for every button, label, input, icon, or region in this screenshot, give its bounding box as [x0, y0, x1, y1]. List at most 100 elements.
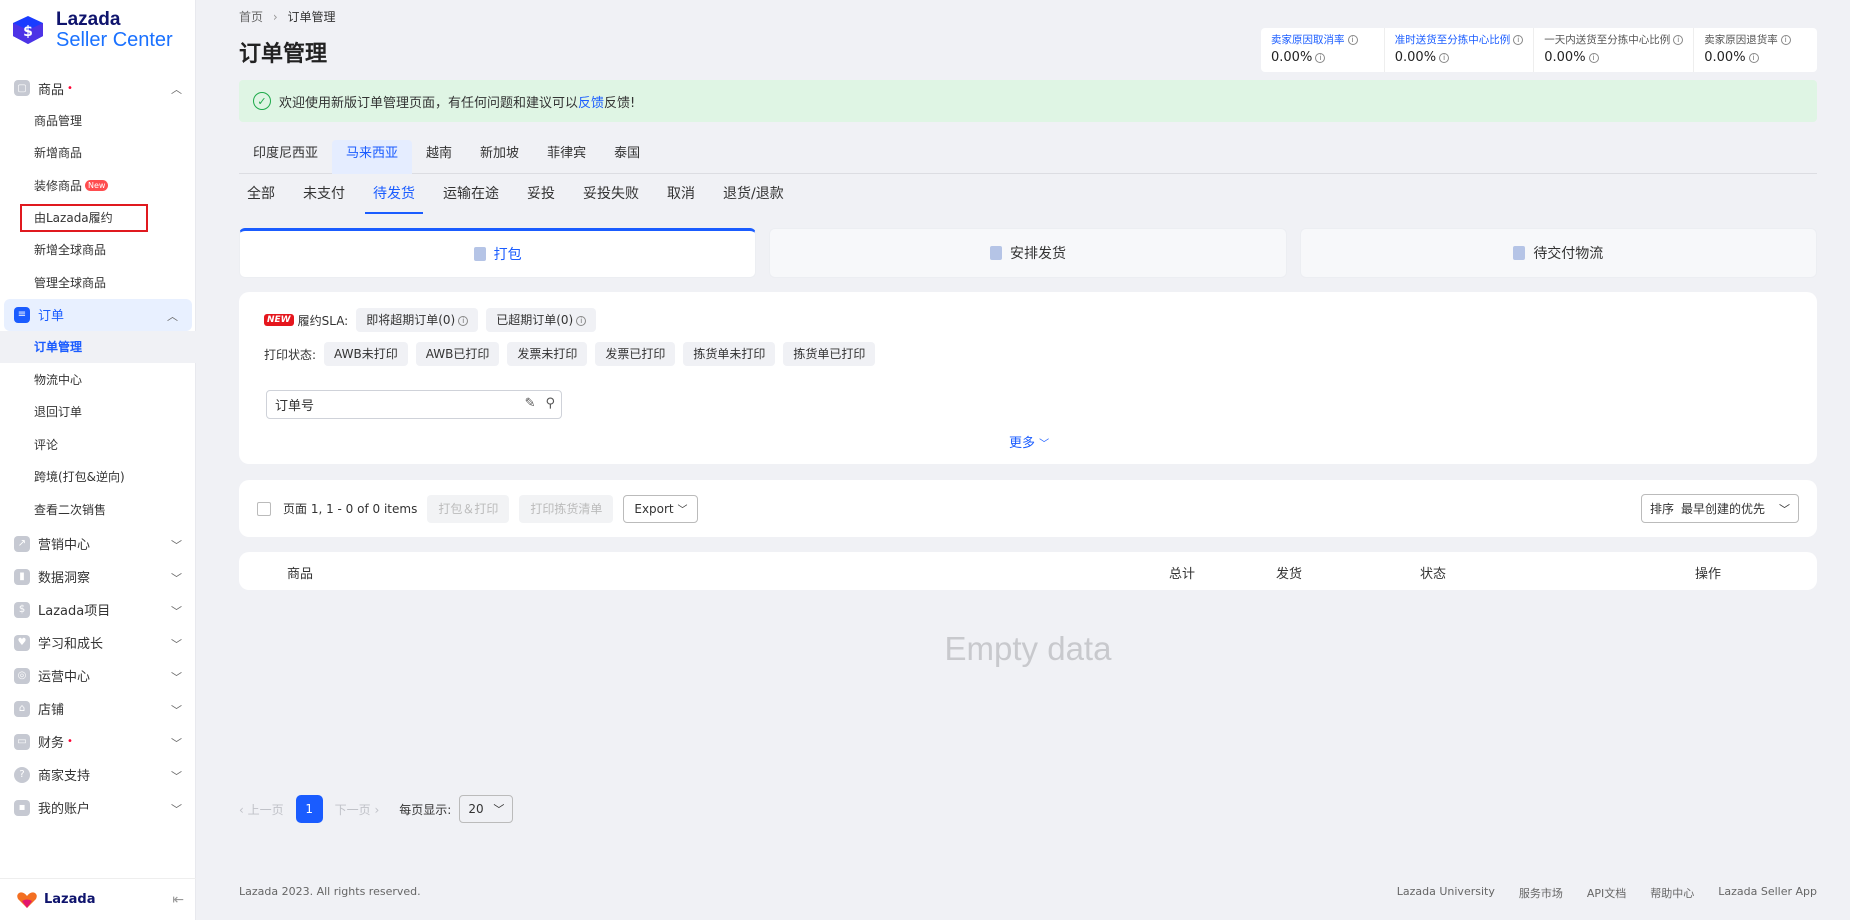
chip-overdue[interactable]: 已超期订单(0) i	[486, 308, 597, 332]
metrics-panel: 卖家原因取消率 i 0.00% i 准时送货至分拣中心比例 i 0.00% i 一天内送…	[1261, 28, 1817, 72]
tab-thailand[interactable]: 泰国	[600, 140, 654, 174]
sidebar-item-add-product[interactable]: 新增商品	[0, 137, 196, 170]
sidebar-group-products[interactable]: ▢ 商品 • ︿	[0, 72, 196, 104]
sidebar-item-returned-orders[interactable]: 退回订单	[0, 396, 196, 429]
sidebar-item-reviews[interactable]: 评论	[0, 428, 196, 461]
tab-returns[interactable]: 退货/退款	[715, 180, 792, 216]
sidebar-item-order-manage[interactable]: 订单管理	[0, 330, 196, 363]
info-icon[interactable]: i	[1347, 35, 1358, 45]
breadcrumb: 首页 › 订单管理	[239, 8, 336, 25]
step-pack[interactable]: 打包	[239, 228, 757, 278]
step-handover-logistics[interactable]: 待交付物流	[1299, 228, 1817, 278]
order-number-search[interactable]: 订单号 ✎ ⚲	[266, 390, 562, 419]
sidebar-group-data-insights[interactable]: ▮ 数据洞察 ﹀	[0, 561, 196, 593]
chip-awb-printed[interactable]: AWB已打印	[415, 342, 500, 366]
per-page-label: 每页显示:	[399, 802, 452, 817]
chip-invoice-unprinted[interactable]: 发票未打印	[507, 342, 588, 366]
more-filters-button[interactable]: 更多 ﹀	[1009, 432, 1049, 451]
metric-seller-return-rate[interactable]: 卖家原因退货率 i 0.00% i	[1694, 28, 1817, 72]
info-icon[interactable]: i	[1673, 35, 1684, 45]
chip-near-overdue[interactable]: 即将超期订单(0) i	[356, 308, 479, 332]
info-icon[interactable]: i	[1315, 52, 1326, 63]
tab-to-ship[interactable]: 待发货	[365, 180, 423, 216]
chevron-down-icon: ﹀	[1779, 502, 1790, 516]
footer-brand: Lazada	[44, 892, 96, 907]
tab-delivery-failed[interactable]: 妥投失败	[575, 180, 647, 216]
chip-picklist-unprinted[interactable]: 拣货单未打印	[683, 342, 776, 366]
tab-cancelled[interactable]: 取消	[659, 180, 703, 216]
footer-link-university[interactable]: Lazada University	[1397, 885, 1495, 901]
sidebar-item-resale[interactable]: 查看二次销售	[0, 493, 196, 526]
metric-on-time-delivery[interactable]: 准时送货至分拣中心比例 i 0.00% i	[1385, 28, 1535, 72]
chip-invoice-printed[interactable]: 发票已打印	[595, 342, 676, 366]
sla-label: 履约SLA:	[297, 313, 349, 328]
info-icon[interactable]: i	[1439, 52, 1450, 63]
tab-singapore[interactable]: 新加坡	[466, 140, 533, 174]
chevron-up-icon: ︿	[167, 309, 178, 323]
metric-one-day-delivery[interactable]: 一天内送货至分拣中心比例 i 0.00% i	[1534, 28, 1695, 72]
sidebar-group-seller-support[interactable]: ? 商家支持 ﹀	[0, 759, 196, 791]
breadcrumb-home[interactable]: 首页	[239, 10, 263, 24]
info-icon[interactable]: i	[1513, 35, 1524, 45]
tab-philippines[interactable]: 菲律宾	[533, 140, 600, 174]
column-status: 状态	[1420, 567, 1447, 582]
pack-print-button[interactable]: 打包＆打印	[427, 494, 510, 523]
sidebar-group-store[interactable]: ⌂ 店铺 ﹀	[0, 693, 196, 725]
footer-link-seller-app[interactable]: Lazada Seller App	[1718, 885, 1817, 901]
sidebar-item-manage-global-product[interactable]: 管理全球商品	[0, 266, 196, 299]
sort-label: 排序	[1650, 502, 1675, 516]
tab-malaysia[interactable]: 马来西亚	[332, 140, 413, 174]
print-picklist-button[interactable]: 打印拣货清单	[519, 494, 614, 523]
sidebar-item-logistics[interactable]: 物流中心	[0, 363, 196, 396]
column-product: 商品	[287, 567, 314, 582]
column-actions: 操作	[1695, 567, 1722, 582]
export-button[interactable]: Export ﹀	[623, 494, 699, 523]
sidebar-group-finance[interactable]: ▭ 财务 • ﹀	[0, 726, 196, 758]
info-icon[interactable]: i	[1780, 35, 1791, 45]
feedback-link[interactable]: 反馈	[578, 92, 604, 111]
tab-all[interactable]: 全部	[239, 180, 283, 216]
chevron-up-icon: ︿	[171, 83, 182, 96]
chip-awb-unprinted[interactable]: AWB未打印	[324, 342, 408, 366]
sidebar-item-fulfilled-by-lazada[interactable]: 由Lazada履约	[20, 203, 148, 232]
step-arrange-shipment[interactable]: 安排发货	[769, 228, 1287, 278]
info-icon[interactable]: i	[1588, 52, 1599, 63]
next-page-button[interactable]: 下一页 ›	[335, 801, 380, 818]
footer-link-help-center[interactable]: 帮助中心	[1650, 885, 1694, 901]
tab-delivered[interactable]: 妥投	[519, 180, 563, 216]
tab-indonesia[interactable]: 印度尼西亚	[239, 140, 332, 174]
sidebar-item-product-manage[interactable]: 商品管理	[0, 104, 196, 137]
search-icon[interactable]: ⚲	[545, 396, 555, 411]
orders-icon: ≡	[14, 306, 30, 323]
sidebar-item-cross-border[interactable]: 跨境(打包&逆向)	[0, 461, 196, 494]
sidebar-item-add-global-product[interactable]: 新增全球商品	[0, 234, 196, 267]
sidebar-group-label: 商品	[38, 82, 65, 98]
metric-seller-cancel-rate[interactable]: 卖家原因取消率 i 0.00% i	[1261, 28, 1385, 72]
page-1-button[interactable]: 1	[295, 795, 323, 823]
tab-shipping[interactable]: 运输在途	[435, 180, 507, 216]
edit-icon[interactable]: ✎	[525, 396, 536, 411]
collapse-sidebar-icon[interactable]: ⇤	[172, 892, 184, 908]
per-page-select[interactable]: 20 ﹀	[459, 795, 514, 823]
sidebar-group-learning[interactable]: ♥ 学习和成长 ﹀	[0, 627, 196, 659]
chip-picklist-printed[interactable]: 拣货单已打印	[783, 342, 876, 366]
sidebar-group-lazada-projects[interactable]: $ Lazada项目 ﹀	[0, 594, 196, 626]
lazada-logo[interactable]: $ Lazada Seller Center	[10, 6, 173, 54]
sidebar-group-operations[interactable]: ◎ 运营中心 ﹀	[0, 660, 196, 692]
info-icon[interactable]: i	[1748, 52, 1759, 63]
prev-page-button[interactable]: ‹ 上一页	[239, 801, 284, 818]
alert-dot: •	[67, 736, 73, 747]
footer-link-service-market[interactable]: 服务市场	[1519, 885, 1563, 901]
sidebar-group-orders[interactable]: ≡ 订单 ︿	[4, 298, 192, 331]
footer-link-api-docs[interactable]: API文档	[1587, 885, 1626, 901]
sidebar-item-decorate-product[interactable]: 装修商品 New	[0, 169, 196, 202]
tab-unpaid[interactable]: 未支付	[295, 180, 353, 216]
sidebar-group-marketing[interactable]: ↗ 营销中心 ﹀	[0, 528, 196, 560]
order-status-tabs: 全部 未支付 待发货 运输在途 妥投 妥投失败 取消 退货/退款	[239, 180, 804, 216]
brand-line1: Lazada	[56, 9, 121, 30]
sort-select[interactable]: 排序 最早创建的优先 ﹀	[1641, 494, 1799, 523]
sidebar-group-my-account[interactable]: ▪ 我的账户 ﹀	[0, 792, 196, 824]
select-all-checkbox[interactable]	[257, 501, 271, 516]
tab-vietnam[interactable]: 越南	[412, 140, 466, 174]
sidebar-group-label: 订单	[38, 309, 65, 324]
